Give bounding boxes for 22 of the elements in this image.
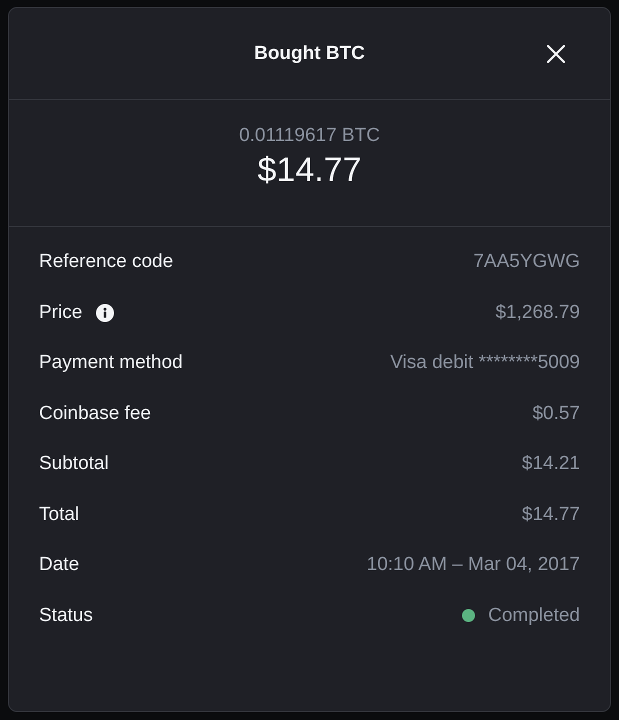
detail-value: $14.21: [522, 453, 580, 476]
detail-value: 10:10 AM – Mar 04, 2017: [366, 554, 580, 576]
detail-value: $0.57: [532, 402, 580, 425]
fiat-amount: $14.77: [258, 150, 362, 190]
detail-label: Coinbase fee: [39, 402, 151, 425]
detail-label: Reference code: [39, 251, 174, 274]
detail-label: Subtotal: [39, 453, 109, 476]
detail-label: Status: [39, 604, 93, 627]
info-icon[interactable]: [96, 304, 114, 322]
detail-value: Visa debit ********5009: [390, 352, 580, 374]
close-icon: [546, 44, 566, 64]
detail-value: Completed: [488, 604, 580, 627]
detail-label: Payment method: [39, 352, 183, 374]
detail-label: Date: [39, 554, 80, 576]
dialog-title: Bought BTC: [254, 43, 365, 65]
detail-value: 7AA5YGWG: [473, 251, 580, 274]
crypto-amount: 0.01119617 BTC: [239, 125, 380, 147]
detail-value: $1,268.79: [495, 302, 580, 324]
close-button[interactable]: [546, 44, 566, 64]
detail-value: $14.77: [522, 504, 580, 526]
detail-label: Total: [39, 504, 80, 526]
detail-label: Price: [39, 302, 82, 324]
